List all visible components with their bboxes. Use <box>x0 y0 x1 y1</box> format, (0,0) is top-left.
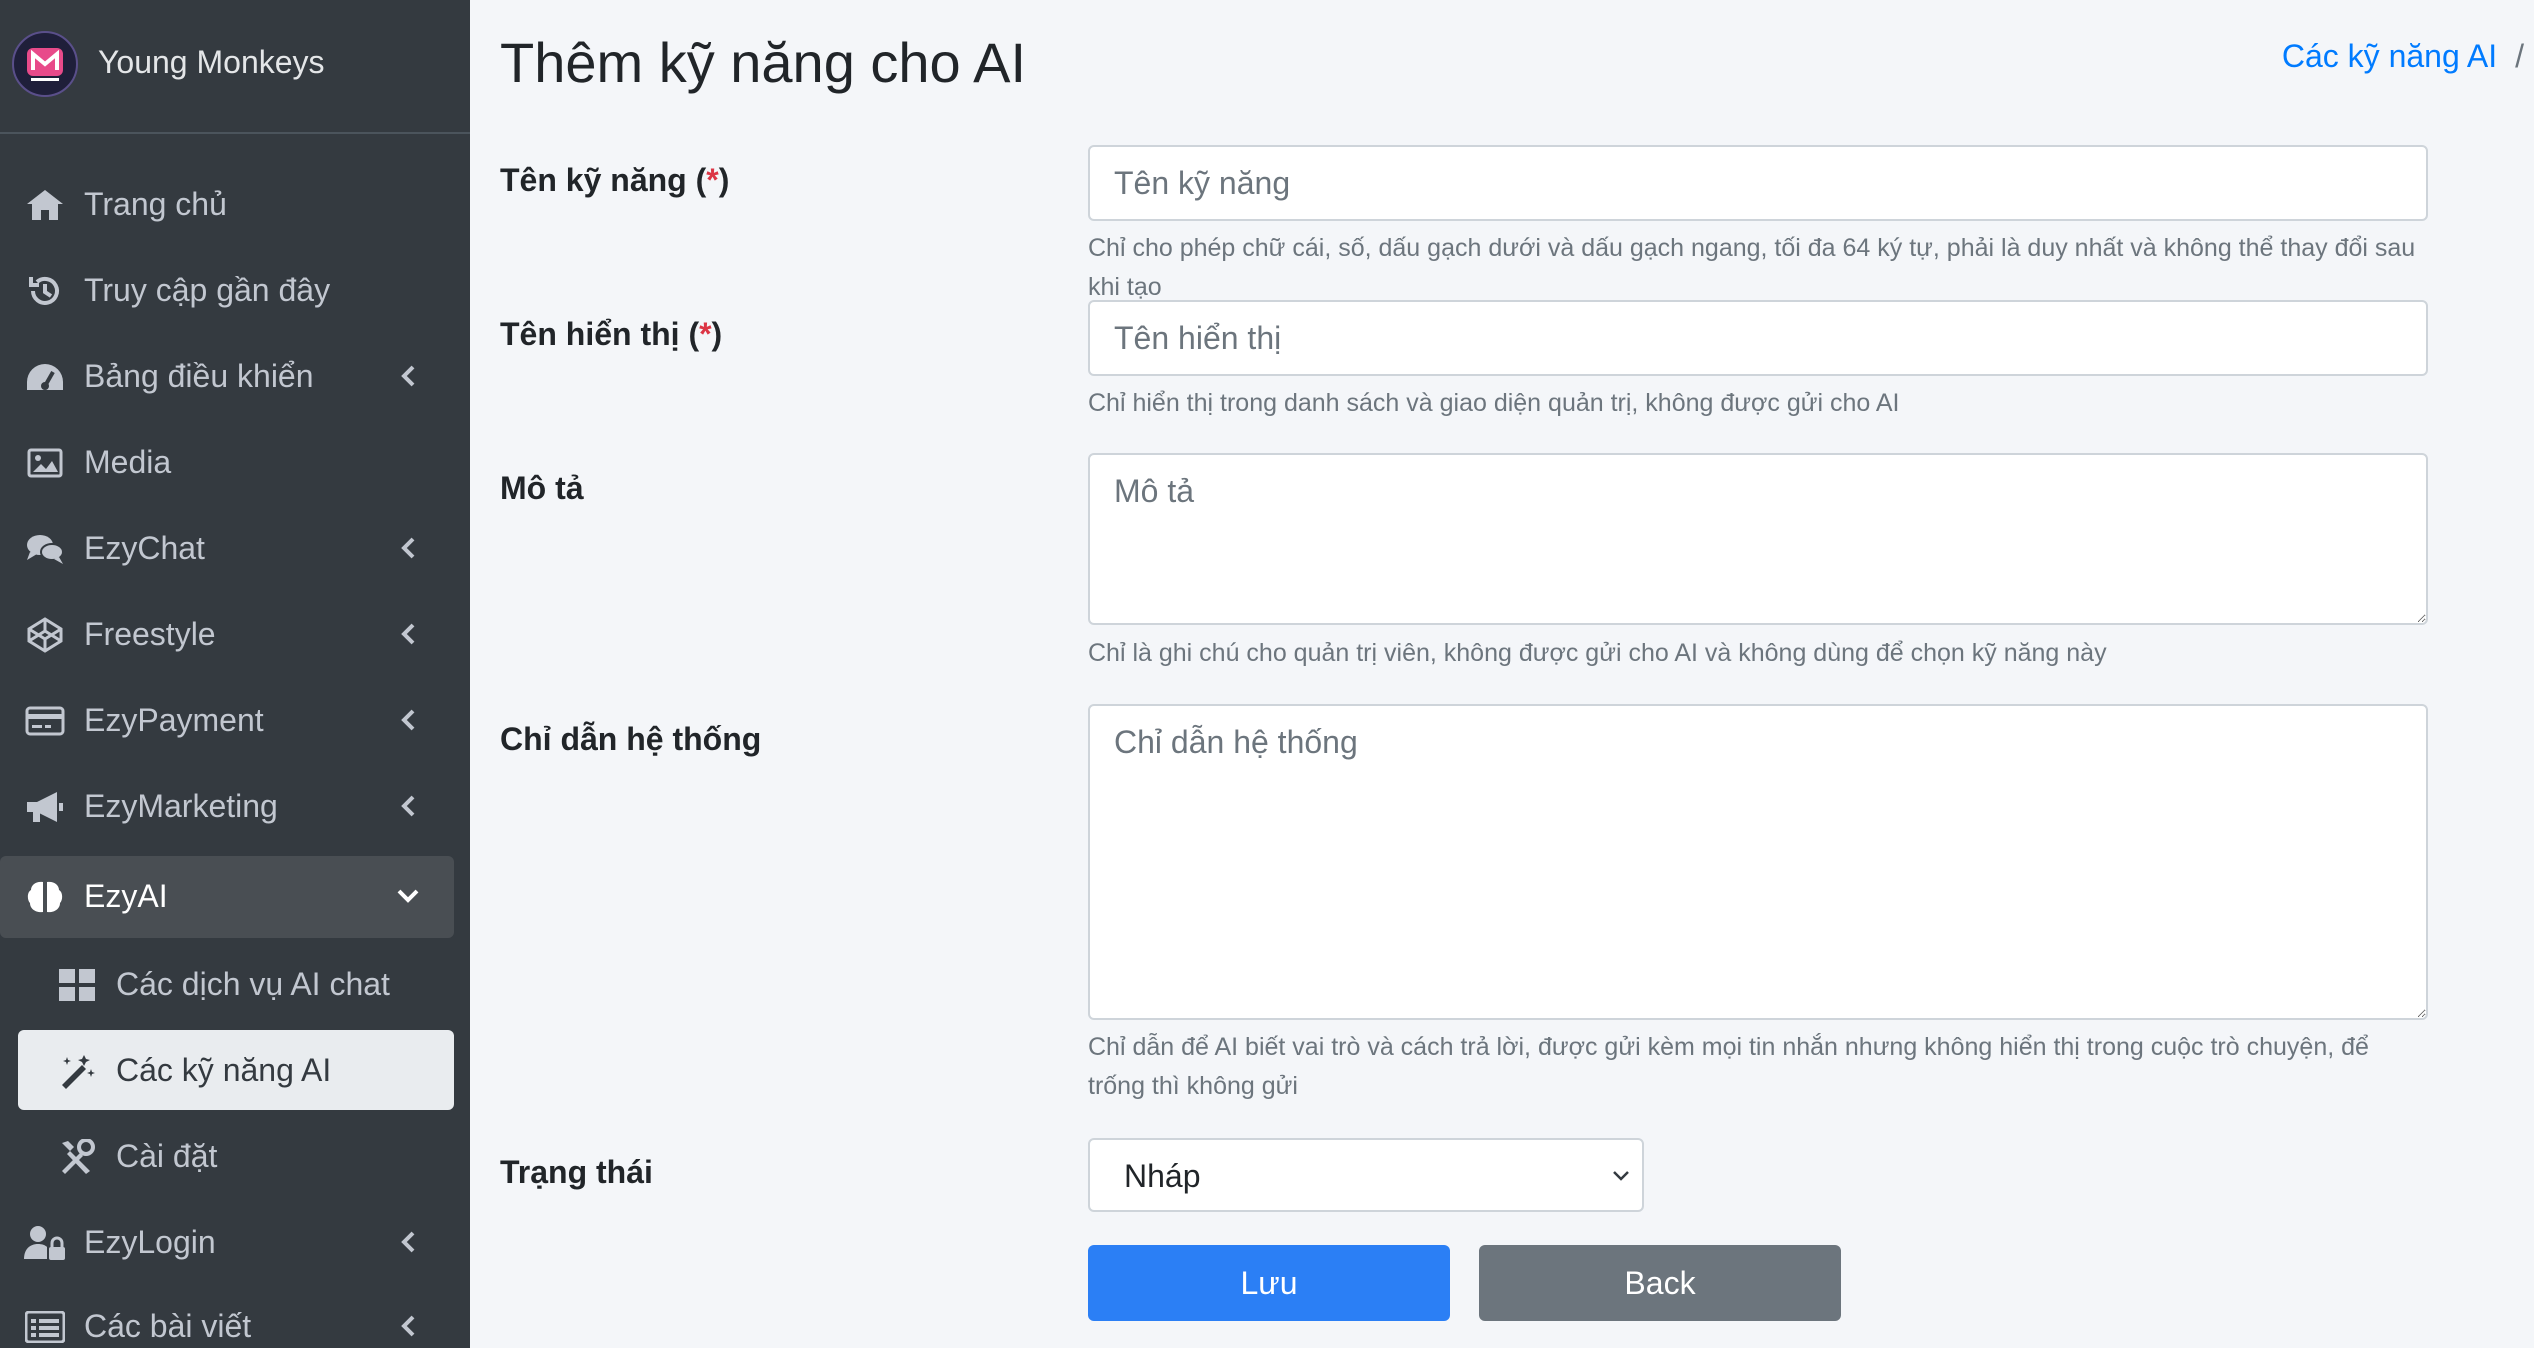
young-monkeys-logo <box>12 31 78 97</box>
display-name-help: Chỉ hiển thị trong danh sách và giao diệ… <box>1088 389 1900 417</box>
sidebar-item-freestyle[interactable]: Freestyle <box>0 594 454 676</box>
status-label: Trạng thái <box>500 1154 653 1190</box>
save-button[interactable]: Lưu <box>1088 1245 1450 1321</box>
grid-icon <box>56 966 98 1004</box>
sidebar-item-ezyai[interactable]: EzyAI <box>0 856 454 938</box>
chevron-left-icon <box>392 1226 424 1258</box>
chevron-left-icon <box>392 790 424 822</box>
dashboard-icon <box>24 358 66 396</box>
description-textarea[interactable] <box>1088 453 2428 625</box>
required-marker: * <box>706 162 719 198</box>
status-selected-value: Nháp <box>1124 1158 1201 1194</box>
sidebar-item-ezymarketing[interactable]: EzyMarketing <box>0 766 454 848</box>
sidebar-item-label: Các bài viết <box>84 1308 252 1344</box>
breadcrumb: Các kỹ năng AI / <box>2282 38 2534 75</box>
chevron-left-icon <box>392 360 424 392</box>
sidebar-subitem-ai-skills[interactable]: Các kỹ năng AI <box>18 1030 454 1110</box>
chevron-left-icon <box>392 704 424 736</box>
codepen-icon <box>24 616 66 654</box>
system-prompt-help: Chỉ dẫn để AI biết vai trò và cách trả l… <box>1088 1033 2369 1100</box>
sidebar-item-label: EzyChat <box>84 530 205 566</box>
brand-name: Young Monkeys <box>98 44 325 80</box>
display-name-input[interactable] <box>1088 300 2428 376</box>
sidebar-item-ezypayment[interactable]: EzyPayment <box>0 680 454 762</box>
brand-link[interactable]: Young Monkeys <box>0 0 470 134</box>
sidebar-item-label: Trang chủ <box>84 186 227 222</box>
brain-icon <box>24 878 66 916</box>
required-marker: * <box>699 316 712 352</box>
home-icon <box>24 186 66 224</box>
sidebar-item-recent[interactable]: Truy cập gần đây <box>0 250 454 332</box>
sidebar-item-dashboard[interactable]: Bảng điều khiển <box>0 336 454 418</box>
magic-wand-icon <box>56 1052 98 1090</box>
chat-icon <box>24 530 66 568</box>
status-select[interactable]: Nháp <box>1088 1138 1644 1212</box>
sidebar-item-label: EzyLogin <box>84 1224 216 1260</box>
sidebar-item-label: Truy cập gần đây <box>84 272 331 308</box>
megaphone-icon <box>24 788 66 826</box>
chevron-down-icon <box>392 880 424 912</box>
sidebar-item-posts[interactable]: Các bài viết <box>0 1286 454 1348</box>
sidebar-item-label: EzyAI <box>84 878 168 914</box>
sidebar-item-media[interactable]: Media <box>0 422 454 504</box>
sidebar-item-label: Các dịch vụ AI chat <box>116 966 390 1002</box>
sidebar-item-label: Media <box>84 444 172 480</box>
sidebar-item-label: Cài đặt <box>116 1138 218 1174</box>
sidebar-item-label: Bảng điều khiển <box>84 358 314 394</box>
skill-name-help: Chỉ cho phép chữ cái, số, dấu gạch dưới … <box>1088 234 2416 301</box>
history-icon <box>24 272 66 310</box>
breadcrumb-link-ai-skills[interactable]: Các kỹ năng AI <box>2282 38 2497 74</box>
sidebar: Young Monkeys Trang chủ Truy cập gần đây… <box>0 0 470 1348</box>
breadcrumb-separator: / <box>2515 38 2524 74</box>
chevron-left-icon <box>392 618 424 650</box>
sidebar-item-label: Freestyle <box>84 616 216 652</box>
tools-icon <box>56 1138 98 1176</box>
system-prompt-textarea[interactable] <box>1088 704 2428 1020</box>
page-title: Thêm kỹ năng cho AI <box>500 31 1027 94</box>
sidebar-item-label: EzyMarketing <box>84 788 278 824</box>
skill-name-label: Tên kỹ năng (*) <box>500 162 730 198</box>
sidebar-item-label: EzyPayment <box>84 702 264 738</box>
system-prompt-label: Chỉ dẫn hệ thống <box>500 721 762 757</box>
credit-card-icon <box>24 702 66 740</box>
description-help: Chỉ là ghi chú cho quản trị viên, không … <box>1088 639 2107 667</box>
description-label: Mô tả <box>500 470 584 506</box>
sidebar-item-home[interactable]: Trang chủ <box>0 164 454 246</box>
sidebar-item-ezychat[interactable]: EzyChat <box>0 508 454 590</box>
chevron-left-icon <box>392 532 424 564</box>
back-button[interactable]: Back <box>1479 1245 1841 1321</box>
sidebar-subitem-settings[interactable]: Cài đặt <box>18 1116 454 1196</box>
display-name-label: Tên hiển thị (*) <box>500 316 723 352</box>
sidebar-item-ezylogin[interactable]: EzyLogin <box>0 1202 454 1284</box>
skill-name-input[interactable] <box>1088 145 2428 221</box>
sidebar-item-label: Các kỹ năng AI <box>116 1052 332 1088</box>
chevron-left-icon <box>392 1310 424 1342</box>
sidebar-subitem-ai-chat-services[interactable]: Các dịch vụ AI chat <box>18 944 454 1024</box>
image-icon <box>24 444 66 482</box>
list-icon <box>24 1308 66 1346</box>
user-lock-icon <box>24 1224 66 1262</box>
chevron-down-icon <box>1610 1164 1632 1191</box>
